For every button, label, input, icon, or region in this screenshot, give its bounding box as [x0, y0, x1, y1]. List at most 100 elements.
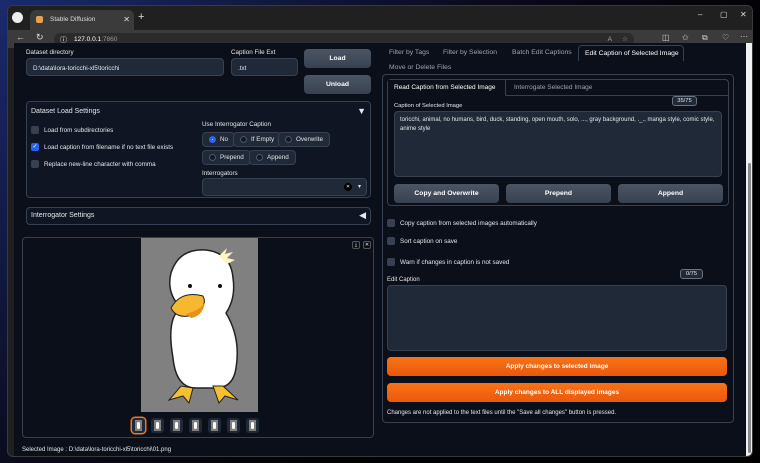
split-screen-icon[interactable]: ◫ [662, 33, 670, 42]
apply-all-button[interactable]: Apply changes to ALL displayed images [387, 383, 727, 402]
title-bar: Stable Diffusion ✕ + – ▢ ✕ [8, 6, 752, 30]
interrogator-settings-panel[interactable]: Interrogator Settings ◀ [26, 207, 371, 225]
checkbox-copy-auto[interactable]: Copy caption from selected images automa… [387, 219, 537, 227]
checkbox-warn-unsaved[interactable]: Warn if changes in caption is not saved [387, 258, 509, 266]
image-gallery: ⤓ ✕ [22, 237, 374, 438]
subtab-read-caption[interactable]: Read Caption from Selected Image [388, 80, 506, 96]
download-icon[interactable]: ⤓ [352, 241, 360, 249]
checkbox-load-subdirs[interactable]: Load from subdirectories [31, 126, 113, 134]
favorites-icon[interactable]: ✩ [682, 33, 689, 42]
radio-append[interactable]: Append [249, 150, 296, 165]
caption-textarea[interactable]: toricchi, animal, no humans, bird, duck,… [394, 111, 722, 177]
more-menu-icon[interactable]: ⋯ [740, 32, 748, 41]
interrogator-caption-label: Use Interrogator Caption [202, 121, 271, 128]
caption-ext-input[interactable]: .txt [231, 58, 298, 76]
tab-edit-caption-selected[interactable]: Edit Caption of Selected Image [578, 45, 684, 61]
maximize-icon[interactable]: ▢ [720, 10, 728, 19]
radio-prepend[interactable]: Prepend [202, 150, 251, 165]
checkbox[interactable] [387, 258, 395, 266]
checkbox[interactable] [31, 160, 39, 168]
tab-filter-by-tags[interactable]: Filter by Tags [389, 49, 429, 56]
read-aloud-icon[interactable]: A [608, 36, 612, 43]
checkbox-label: Warn if changes in caption is not saved [400, 258, 510, 266]
radio-dot[interactable] [285, 136, 292, 143]
radio-overwrite[interactable]: Overwrite [278, 132, 330, 147]
checkbox-replace-newline[interactable]: Replace new-line character with comma [31, 160, 156, 168]
page-scrollbar[interactable] [746, 43, 752, 456]
close-tab-icon[interactable]: ✕ [123, 15, 130, 24]
scrollbar-thumb[interactable] [748, 163, 751, 453]
radio-label: If Empty [251, 136, 275, 143]
gallery-thumbnail[interactable] [170, 418, 183, 433]
interrogator-settings-title[interactable]: Interrogator Settings [31, 212, 94, 219]
radio-dot[interactable] [240, 136, 247, 143]
ext-label: Caption File Ext [231, 49, 276, 56]
prepend-button[interactable]: Prepend [506, 184, 611, 203]
checkbox-label: Load caption from filename if no text fi… [44, 143, 174, 151]
expand-triangle-icon[interactable]: ◀ [359, 210, 366, 221]
checkbox[interactable] [31, 126, 39, 134]
close-window-icon[interactable]: ✕ [740, 10, 747, 19]
unload-button[interactable]: Unload [304, 75, 371, 94]
clear-icon[interactable]: ✕ [344, 183, 352, 191]
subtab-panel: Read Caption from Selected Image Interro… [387, 79, 729, 206]
load-button[interactable]: Load [304, 49, 371, 68]
checkbox-label: Sort caption on save [400, 237, 458, 245]
edit-token-counter: 0/75 [680, 269, 703, 279]
checkbox[interactable] [387, 219, 395, 227]
browser-tab[interactable]: Stable Diffusion ✕ [30, 10, 134, 30]
collections-icon[interactable]: ⧉ [702, 33, 708, 43]
extensions-icon[interactable]: ♡ [722, 33, 729, 42]
back-icon[interactable]: ← [16, 32, 25, 42]
gallery-thumbnail[interactable] [189, 418, 202, 433]
gallery-thumbnail[interactable] [246, 418, 259, 433]
interrogators-label: Interrogators [202, 170, 238, 177]
url-host: 127.0.0.1 [74, 36, 102, 43]
checkbox-caption-from-filename[interactable]: ✓ Load caption from filename if no text f… [31, 143, 173, 151]
radio-label: No [220, 136, 229, 143]
checkbox-label: Replace new-line character with comma [44, 160, 156, 168]
checkbox-label: Load from subdirectories [44, 126, 114, 134]
duck-illustration [167, 248, 239, 405]
interrogators-dropdown[interactable]: ✕ ▾ [202, 178, 367, 196]
caption-label: Caption of Selected Image [394, 103, 463, 109]
new-tab-icon[interactable]: + [138, 11, 144, 23]
minimize-icon[interactable]: – [698, 10, 702, 19]
gallery-thumbnail[interactable] [208, 418, 221, 433]
tab-filter-by-selection[interactable]: Filter by Selection [443, 49, 497, 56]
checkbox-checked[interactable]: ✓ [31, 143, 39, 151]
append-button[interactable]: Append [618, 184, 723, 203]
tab-batch-edit-captions[interactable]: Batch Edit Captions [512, 49, 572, 56]
radio-label: Prepend [220, 154, 244, 161]
page-content: Dataset directory D:\data\lora-toricchi-… [14, 43, 746, 456]
caption-token-counter: 35/75 [672, 96, 697, 106]
thumbnail-strip [132, 418, 259, 433]
gallery-thumbnail[interactable] [151, 418, 164, 433]
tab-title: Stable Diffusion [50, 16, 96, 23]
gallery-thumbnail[interactable] [132, 418, 145, 433]
apply-selected-button[interactable]: Apply changes to selected image [387, 357, 727, 376]
checkbox[interactable] [387, 237, 395, 245]
checkbox-sort-caption[interactable]: Sort caption on save [387, 237, 457, 245]
radio-if-empty[interactable]: If Empty [233, 132, 282, 147]
dataset-dir-label: Dataset directory [26, 49, 74, 56]
radio-no[interactable]: No [202, 132, 236, 147]
radio-dot[interactable] [256, 154, 263, 161]
favicon-icon [36, 16, 43, 23]
chevron-down-icon[interactable]: ▾ [358, 183, 361, 190]
selected-image-preview[interactable] [141, 238, 258, 412]
collapse-triangle-icon[interactable]: ▼ [357, 106, 366, 116]
tab-move-delete-files[interactable]: Move or Delete Files [389, 64, 451, 71]
gallery-thumbnail[interactable] [227, 418, 240, 433]
favorite-star-icon[interactable]: ☆ [622, 35, 628, 43]
reload-icon[interactable]: ↻ [36, 32, 44, 43]
dataset-dir-input[interactable]: D:\data\lora-toricchi-xl5\toricchi [26, 58, 224, 76]
profile-avatar[interactable] [12, 12, 23, 23]
radio-dot[interactable] [209, 154, 216, 161]
copy-overwrite-button[interactable]: Copy and Overwrite [394, 184, 499, 203]
subtab-interrogate[interactable]: Interrogate Selected Image [514, 84, 592, 91]
load-settings-title[interactable]: Dataset Load Settings [31, 108, 100, 115]
close-preview-icon[interactable]: ✕ [363, 241, 371, 249]
edit-caption-textarea[interactable] [387, 285, 727, 351]
radio-dot[interactable] [209, 136, 216, 143]
